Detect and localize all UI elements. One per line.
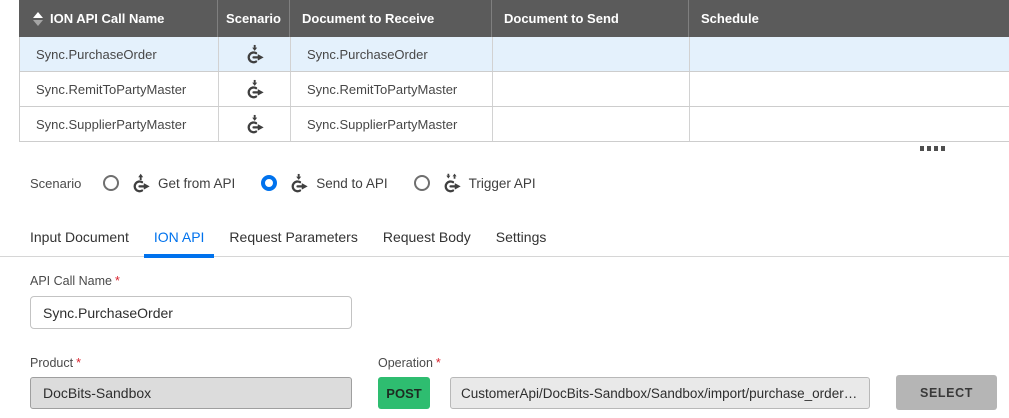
cell-document-to-receive: Sync.SupplierPartyMaster bbox=[291, 107, 493, 141]
table-header-row: ION API Call Name Scenario Document to R… bbox=[19, 0, 1009, 37]
radio-label: Send to API bbox=[316, 175, 388, 191]
operation-endpoint-input[interactable] bbox=[450, 377, 870, 409]
radio-unchecked[interactable] bbox=[413, 175, 430, 191]
table-row[interactable]: Sync.RemitToPartyMaster Sync.RemitToPart… bbox=[20, 72, 1009, 107]
cell-document-to-receive: Sync.RemitToPartyMaster bbox=[291, 72, 493, 106]
cell-schedule bbox=[690, 72, 1009, 106]
column-label: ION API Call Name bbox=[50, 11, 165, 26]
cell-document-to-send bbox=[493, 37, 690, 71]
select-operation-button[interactable]: SELECT bbox=[896, 375, 997, 410]
radio-option-trigger-api[interactable]: Trigger API bbox=[413, 173, 536, 194]
api-calls-table: ION API Call Name Scenario Document to R… bbox=[19, 0, 1009, 142]
column-header-ion-api-call-name[interactable]: ION API Call Name bbox=[19, 0, 218, 37]
scenario-group-label: Scenario bbox=[30, 175, 82, 191]
radio-checked[interactable] bbox=[261, 175, 278, 191]
operation-label: Operation * bbox=[378, 356, 441, 370]
send-to-api-icon bbox=[287, 173, 310, 194]
tab-request-body[interactable]: Request Body bbox=[383, 219, 471, 255]
cell-schedule bbox=[690, 37, 1009, 71]
required-asterisk: * bbox=[76, 356, 81, 370]
column-header-document-to-receive[interactable]: Document to Receive bbox=[290, 0, 492, 37]
cell-scenario bbox=[219, 107, 291, 141]
label-text: Product bbox=[30, 356, 74, 370]
product-label: Product * bbox=[30, 356, 81, 370]
label-text: Operation bbox=[378, 356, 433, 370]
api-call-name-input[interactable] bbox=[30, 296, 352, 329]
ion-api-mapping-screen: ION API Call Name Scenario Document to R… bbox=[0, 0, 1009, 418]
cell-scenario bbox=[219, 72, 291, 106]
table-row[interactable]: Sync.SupplierPartyMaster Sync.SupplierPa… bbox=[20, 107, 1009, 142]
tab-request-parameters[interactable]: Request Parameters bbox=[229, 219, 357, 255]
scenario-radio-group: Scenario Get from API Send to API Trigge… bbox=[30, 171, 562, 195]
required-asterisk: * bbox=[114, 274, 120, 288]
radio-option-get-from-api[interactable]: Get from API bbox=[103, 173, 235, 194]
tab-ion-api[interactable]: ION API bbox=[143, 219, 214, 258]
radio-label: Trigger API bbox=[468, 175, 536, 191]
get-from-api-icon bbox=[129, 173, 152, 194]
http-method-badge: POST bbox=[378, 377, 430, 409]
column-header-schedule[interactable]: Schedule bbox=[689, 0, 1009, 37]
cell-api-call-name: Sync.PurchaseOrder bbox=[20, 37, 219, 71]
cell-scenario bbox=[219, 37, 291, 71]
cell-document-to-send bbox=[493, 107, 690, 141]
cell-api-call-name: Sync.RemitToPartyMaster bbox=[20, 72, 219, 106]
table-resize-handle[interactable] bbox=[920, 146, 945, 151]
cell-schedule bbox=[690, 107, 1009, 141]
radio-option-send-to-api[interactable]: Send to API bbox=[261, 173, 388, 194]
send-to-api-icon bbox=[243, 79, 266, 100]
trigger-api-icon bbox=[440, 173, 463, 194]
label-text: API Call Name bbox=[30, 274, 112, 288]
cell-api-call-name: Sync.SupplierPartyMaster bbox=[20, 107, 219, 141]
api-call-name-label: API Call Name * bbox=[30, 274, 120, 288]
cell-document-to-receive: Sync.PurchaseOrder bbox=[291, 37, 493, 71]
required-asterisk: * bbox=[435, 356, 441, 370]
column-header-document-to-send[interactable]: Document to Send bbox=[492, 0, 689, 37]
tab-bar: Input Document ION API Request Parameter… bbox=[0, 218, 1009, 258]
send-to-api-icon bbox=[243, 44, 266, 65]
radio-label: Get from API bbox=[158, 175, 236, 191]
product-input[interactable] bbox=[30, 377, 352, 409]
send-to-api-icon bbox=[243, 114, 266, 135]
cell-document-to-send bbox=[493, 72, 690, 106]
tab-input-document[interactable]: Input Document bbox=[30, 219, 129, 255]
table-row[interactable]: Sync.PurchaseOrder Sync.PurchaseOrder bbox=[20, 37, 1009, 72]
table-body: Sync.PurchaseOrder Sync.PurchaseOrder Sy… bbox=[19, 37, 1009, 142]
column-header-scenario[interactable]: Scenario bbox=[218, 0, 290, 37]
tab-settings[interactable]: Settings bbox=[496, 219, 547, 255]
sort-icon[interactable] bbox=[33, 11, 43, 26]
radio-unchecked[interactable] bbox=[103, 175, 119, 191]
